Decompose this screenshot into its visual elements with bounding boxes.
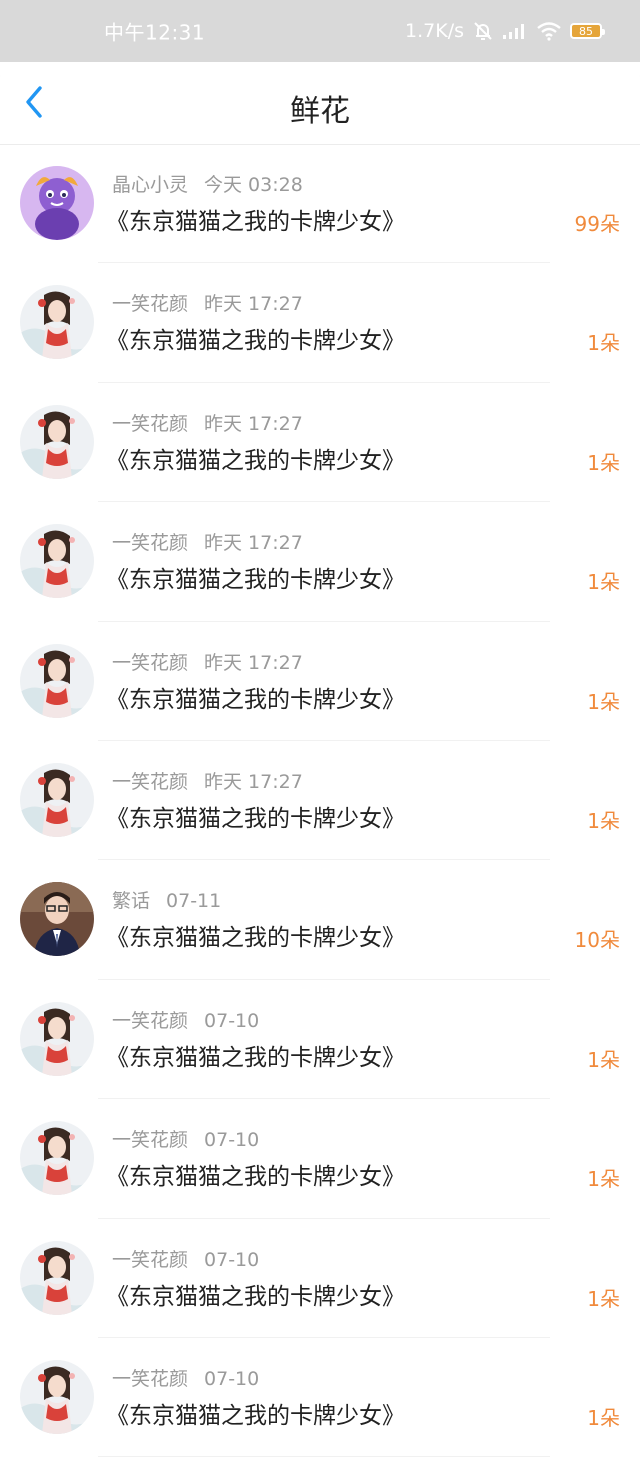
app-header: 鲜花 bbox=[0, 62, 640, 144]
flower-gift-list: 晶心小灵 今天 03:28 《东京猫猫之我的卡牌少女》 99朵 一笑花颜 昨天 17:2… bbox=[0, 144, 640, 1457]
list-item[interactable]: 繁话 07-11 《东京猫猫之我的卡牌少女》 10朵 bbox=[0, 860, 640, 980]
user-name[interactable]: 一笑花颜 bbox=[112, 771, 188, 793]
user-meta: 一笑花颜 07-10 bbox=[112, 1006, 259, 1033]
timestamp: 今天 03:28 bbox=[204, 174, 303, 196]
list-item[interactable]: 一笑花颜 昨天 17:27 《东京猫猫之我的卡牌少女》 1朵 bbox=[0, 741, 640, 861]
user-meta: 一笑花颜 07-10 bbox=[112, 1125, 259, 1152]
avatar[interactable] bbox=[20, 643, 94, 718]
mute-bell-icon bbox=[472, 20, 494, 42]
user-name[interactable]: 繁话 bbox=[112, 890, 150, 912]
list-item[interactable]: 一笑花颜 07-10 《东京猫猫之我的卡牌少女》 1朵 bbox=[0, 980, 640, 1100]
user-meta: 一笑花颜 07-10 bbox=[112, 1245, 259, 1272]
book-title[interactable]: 《东京猫猫之我的卡牌少女》 bbox=[106, 1038, 405, 1072]
book-title[interactable]: 《东京猫猫之我的卡牌少女》 bbox=[106, 799, 405, 833]
list-item[interactable]: 一笑花颜 07-10 《东京猫猫之我的卡牌少女》 1朵 bbox=[0, 1219, 640, 1338]
avatar[interactable] bbox=[20, 1121, 94, 1196]
user-name[interactable]: 一笑花颜 bbox=[112, 652, 188, 674]
user-name[interactable]: 一笑花颜 bbox=[112, 1010, 188, 1032]
book-title[interactable]: 《东京猫猫之我的卡牌少女》 bbox=[106, 918, 405, 952]
flower-count: 1朵 bbox=[587, 1047, 620, 1072]
user-meta: 一笑花颜 07-10 bbox=[112, 1364, 259, 1391]
book-title[interactable]: 《东京猫猫之我的卡牌少女》 bbox=[106, 680, 405, 714]
timestamp: 07-11 bbox=[166, 890, 222, 913]
timestamp: 07-10 bbox=[204, 1367, 260, 1390]
list-item[interactable]: 一笑花颜 07-10 《东京猫猫之我的卡牌少女》 1朵 bbox=[0, 1338, 640, 1457]
list-item[interactable]: 一笑花颜 昨天 17:27 《东京猫猫之我的卡牌少女》 1朵 bbox=[0, 622, 640, 741]
signal-icon bbox=[502, 22, 528, 40]
avatar[interactable] bbox=[20, 882, 94, 957]
book-title[interactable]: 《东京猫猫之我的卡牌少女》 bbox=[106, 321, 405, 355]
user-meta: 一笑花颜 昨天 17:27 bbox=[112, 289, 303, 316]
user-meta: 一笑花颜 昨天 17:27 bbox=[112, 409, 303, 436]
battery-icon: 85 bbox=[570, 23, 605, 39]
timestamp: 昨天 17:27 bbox=[204, 651, 303, 674]
user-meta: 繁话 07-11 bbox=[112, 886, 221, 913]
avatar[interactable] bbox=[20, 1359, 94, 1434]
flower-count: 1朵 bbox=[587, 450, 620, 475]
book-title[interactable]: 《东京猫猫之我的卡牌少女》 bbox=[106, 1396, 405, 1430]
timestamp: 07-10 bbox=[204, 1009, 260, 1032]
timestamp: 07-10 bbox=[204, 1248, 260, 1271]
avatar[interactable] bbox=[20, 762, 94, 837]
flower-count: 1朵 bbox=[587, 689, 620, 714]
timestamp: 昨天 17:27 bbox=[204, 532, 303, 555]
flower-count: 10朵 bbox=[574, 928, 620, 953]
user-meta: 晶心小灵 今天 03:28 bbox=[112, 170, 303, 197]
flower-count: 1朵 bbox=[587, 570, 620, 595]
flower-count: 1朵 bbox=[587, 1167, 620, 1192]
user-meta: 一笑花颜 昨天 17:27 bbox=[112, 648, 303, 675]
page-title: 鲜花 bbox=[290, 94, 350, 129]
flower-count: 1朵 bbox=[587, 808, 620, 833]
network-speed: 1.7K/s bbox=[405, 20, 464, 42]
user-name[interactable]: 一笑花颜 bbox=[112, 1129, 188, 1151]
timestamp: 昨天 17:27 bbox=[204, 770, 303, 793]
timestamp: 昨天 17:27 bbox=[204, 412, 303, 435]
user-name[interactable]: 一笑花颜 bbox=[112, 532, 188, 554]
list-item[interactable]: 一笑花颜 07-10 《东京猫猫之我的卡牌少女》 1朵 bbox=[0, 1099, 640, 1219]
book-title[interactable]: 《东京猫猫之我的卡牌少女》 bbox=[106, 1277, 405, 1311]
status-bar: 中午12:31 1.7K/s 85 bbox=[0, 0, 640, 62]
battery-level: 85 bbox=[579, 24, 593, 38]
avatar[interactable] bbox=[20, 166, 94, 240]
book-title[interactable]: 《东京猫猫之我的卡牌少女》 bbox=[106, 441, 405, 475]
avatar[interactable] bbox=[20, 404, 94, 479]
user-meta: 一笑花颜 昨天 17:27 bbox=[112, 528, 303, 555]
status-time: 中午12:31 bbox=[104, 20, 206, 45]
list-item[interactable]: 一笑花颜 昨天 17:27 《东京猫猫之我的卡牌少女》 1朵 bbox=[0, 383, 640, 503]
user-name[interactable]: 一笑花颜 bbox=[112, 293, 188, 315]
book-title[interactable]: 《东京猫猫之我的卡牌少女》 bbox=[106, 1157, 405, 1191]
avatar[interactable] bbox=[20, 1001, 94, 1076]
flower-count: 99朵 bbox=[574, 212, 620, 236]
user-name[interactable]: 一笑花颜 bbox=[112, 1249, 188, 1271]
avatar[interactable] bbox=[20, 285, 94, 360]
timestamp: 07-10 bbox=[204, 1129, 260, 1152]
list-item[interactable]: 一笑花颜 昨天 17:27 《东京猫猫之我的卡牌少女》 1朵 bbox=[0, 502, 640, 622]
book-title[interactable]: 《东京猫猫之我的卡牌少女》 bbox=[106, 202, 405, 236]
book-title[interactable]: 《东京猫猫之我的卡牌少女》 bbox=[106, 560, 405, 594]
timestamp: 昨天 17:27 bbox=[204, 293, 303, 316]
flower-count: 1朵 bbox=[587, 1286, 620, 1311]
avatar[interactable] bbox=[20, 1240, 94, 1315]
user-name[interactable]: 一笑花颜 bbox=[112, 413, 188, 435]
list-item[interactable]: 一笑花颜 昨天 17:27 《东京猫猫之我的卡牌少女》 1朵 bbox=[0, 263, 640, 383]
avatar[interactable] bbox=[20, 524, 94, 599]
flower-count: 1朵 bbox=[587, 331, 620, 356]
list-item[interactable]: 晶心小灵 今天 03:28 《东京猫猫之我的卡牌少女》 99朵 bbox=[0, 144, 640, 264]
user-name[interactable]: 晶心小灵 bbox=[112, 174, 188, 196]
flower-count: 1朵 bbox=[587, 1405, 620, 1430]
user-meta: 一笑花颜 昨天 17:27 bbox=[112, 767, 303, 794]
user-name[interactable]: 一笑花颜 bbox=[112, 1368, 188, 1390]
wifi-icon bbox=[536, 21, 562, 41]
status-indicators: 1.7K/s 85 bbox=[405, 20, 605, 42]
